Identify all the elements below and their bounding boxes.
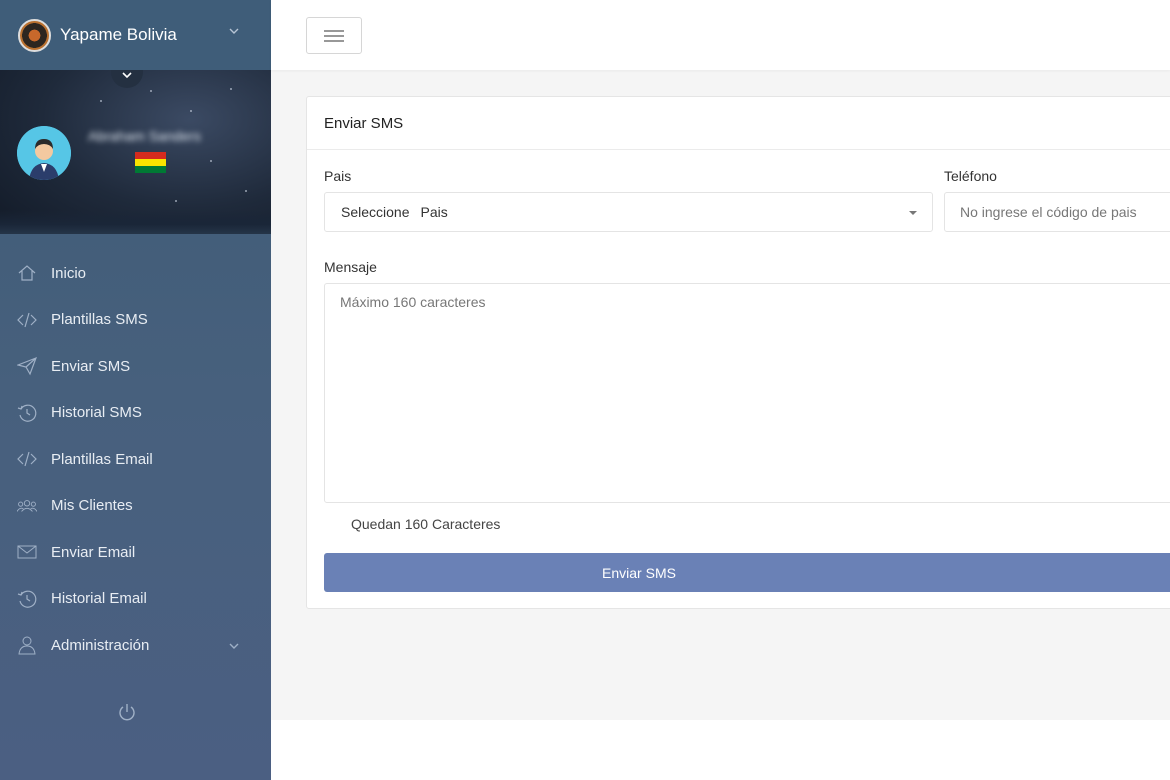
sidebar-item-plantillas-email[interactable]: Plantillas Email	[0, 436, 271, 483]
sidebar-item-label: Historial Email	[51, 590, 147, 608]
sidebar-item-label: Administración	[51, 636, 150, 654]
history-icon	[17, 403, 37, 423]
paper-plane-icon	[17, 356, 37, 376]
brand-name: Yapame Bolivia	[60, 25, 177, 44]
sidebar-item-mis-clientes[interactable]: Mis Clientes	[0, 483, 271, 530]
envelope-icon	[17, 542, 37, 562]
sidebar-item-enviar-email[interactable]: Enviar Email	[0, 529, 271, 576]
history-icon	[17, 589, 37, 609]
sidebar-item-label: Plantillas SMS	[51, 311, 148, 329]
sidebar-item-plantillas-sms[interactable]: Plantillas SMS	[0, 297, 271, 344]
send-sms-button[interactable]: Enviar SMS	[324, 553, 1170, 592]
user-icon	[17, 635, 37, 655]
pais-select-value: Pais	[420, 204, 448, 220]
users-icon	[17, 496, 37, 516]
sidebar-item-label: Enviar Email	[51, 543, 136, 561]
pais-select[interactable]: Seleccione Pais	[324, 192, 933, 232]
top-bar	[271, 0, 1170, 70]
profile-toggle-button[interactable]	[111, 70, 143, 88]
caret-down-icon	[909, 211, 917, 215]
pais-label: Pais	[324, 168, 352, 184]
hamburger-icon	[324, 29, 344, 42]
code-icon	[17, 449, 37, 469]
code-icon	[17, 310, 37, 330]
sidebar: Yapame Bolivia Abraham Sanders Inicio Pl…	[0, 0, 271, 780]
sidebar-item-enviar-sms[interactable]: Enviar SMS	[0, 343, 271, 390]
sidebar-item-label: Mis Clientes	[51, 497, 133, 515]
home-icon	[17, 263, 37, 283]
menu-toggle-button[interactable]	[306, 17, 362, 54]
sidebar-item-label: Plantillas Email	[51, 450, 153, 468]
sidebar-item-administracion[interactable]: Administración	[0, 622, 271, 669]
card-title: Enviar SMS	[307, 97, 1170, 150]
telefono-label: Teléfono	[944, 168, 997, 184]
chevron-down-icon[interactable]	[229, 26, 239, 36]
avatar[interactable]	[17, 126, 71, 180]
sidebar-item-historial-email[interactable]: Historial Email	[0, 576, 271, 623]
brand-header[interactable]: Yapame Bolivia	[0, 0, 271, 70]
pais-select-prefix: Seleccione	[341, 204, 410, 220]
send-sms-card: Enviar SMS Pais Seleccione Pais Teléfono…	[306, 96, 1170, 609]
user-name: Abraham Sanders	[88, 128, 201, 144]
country-flag	[135, 152, 166, 173]
telefono-input[interactable]	[944, 192, 1170, 232]
sidebar-nav: Inicio Plantillas SMS Enviar SMS Histori…	[0, 250, 271, 669]
sidebar-item-label: Inicio	[51, 264, 87, 282]
power-icon[interactable]	[117, 702, 137, 722]
sidebar-item-historial-sms[interactable]: Historial SMS	[0, 390, 271, 437]
profile-panel: Abraham Sanders	[0, 70, 271, 234]
sidebar-item-label: Enviar SMS	[51, 357, 131, 375]
chevron-down-icon	[122, 72, 132, 79]
footer	[271, 720, 1170, 780]
character-counter: Quedan 160 Caracteres	[351, 516, 501, 532]
sidebar-item-inicio[interactable]: Inicio	[0, 250, 271, 297]
chevron-down-icon	[229, 643, 239, 649]
mensaje-label: Mensaje	[324, 259, 377, 275]
sidebar-item-label: Historial SMS	[51, 404, 142, 422]
brand-logo	[18, 18, 51, 52]
mensaje-textarea[interactable]	[324, 283, 1170, 503]
